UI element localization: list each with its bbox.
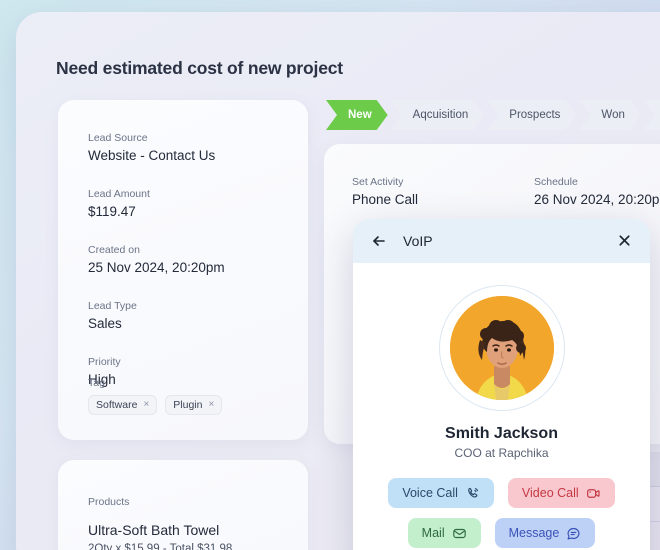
voip-modal-header: VoIP bbox=[353, 219, 650, 263]
page-title: Need estimated cost of new project bbox=[56, 58, 343, 78]
lead-field-value: $119.47 bbox=[88, 204, 136, 219]
tag-chip[interactable]: Software × bbox=[88, 395, 158, 415]
product-name: Ultra-Soft Bath Towel bbox=[88, 522, 220, 538]
tag-remove-icon[interactable]: × bbox=[208, 400, 214, 410]
lead-field-value: 25 Nov 2024, 20:20pm bbox=[88, 260, 225, 275]
tag-label: Tag bbox=[88, 377, 105, 389]
lead-field: Created on 25 Nov 2024, 20:20pm bbox=[88, 244, 225, 275]
video-call-button[interactable]: Video Call bbox=[507, 478, 615, 508]
tag-section-label: Tag bbox=[88, 377, 105, 393]
voice-call-button[interactable]: Voice Call bbox=[388, 478, 494, 508]
schedule-label: Schedule bbox=[534, 176, 578, 188]
set-activity-field: Set Activity Phone Call bbox=[352, 176, 418, 207]
mail-button[interactable]: Mail bbox=[407, 518, 481, 548]
envelope-icon bbox=[452, 526, 467, 541]
lead-field-label: Lead Type bbox=[88, 300, 137, 312]
products-label: Products bbox=[88, 496, 130, 508]
lead-field-label: Created on bbox=[88, 244, 140, 256]
schedule-field: Schedule 26 Nov 2024, 20:20pm bbox=[534, 176, 660, 207]
set-activity-value: Phone Call bbox=[352, 192, 419, 207]
action-button-label: Mail bbox=[421, 526, 445, 540]
stepper-step[interactable]: Prospects bbox=[487, 100, 576, 130]
lead-field: Lead Source Website - Contact Us bbox=[88, 132, 215, 163]
app-panel: Need estimated cost of new project Lead … bbox=[16, 12, 660, 550]
tag-chip-label: Software bbox=[96, 399, 138, 411]
chat-bubble-icon bbox=[566, 526, 581, 541]
stepper-step[interactable]: New bbox=[326, 100, 388, 130]
close-icon[interactable] bbox=[617, 233, 632, 248]
avatar-ring bbox=[438, 285, 565, 411]
lead-field-label: Lead Source bbox=[88, 132, 148, 144]
lead-field: Lead Amount $119.47 bbox=[88, 188, 150, 219]
set-activity-label: Set Activity bbox=[352, 176, 404, 188]
lead-field-value: Sales bbox=[88, 316, 122, 331]
avatar bbox=[449, 296, 554, 400]
screenshot-stage: Need estimated cost of new project Lead … bbox=[0, 0, 660, 550]
lead-field: Lead Type Sales bbox=[88, 300, 137, 331]
lead-field-label: Lead Amount bbox=[88, 188, 150, 200]
lead-field-value: Website - Contact Us bbox=[88, 148, 216, 163]
action-button-label: Video Call bbox=[521, 486, 579, 500]
tag-chip-label: Plugin bbox=[173, 399, 203, 411]
products-card: Products Ultra-Soft Bath Towel 2Qty x $1… bbox=[58, 460, 308, 550]
stepper-step[interactable]: Aqcuisition bbox=[391, 100, 485, 130]
pipeline-stepper: NewAqcuisitionProspectsWonLost bbox=[326, 100, 660, 130]
tag-remove-icon[interactable]: × bbox=[143, 400, 149, 410]
message-button[interactable]: Message bbox=[494, 518, 596, 548]
lead-field-label: Priority bbox=[88, 356, 121, 368]
arrow-left-icon[interactable] bbox=[371, 233, 387, 249]
contact-name: Smith Jackson bbox=[445, 425, 558, 442]
tag-row: Software × Plugin × bbox=[88, 395, 223, 415]
tag-chip[interactable]: Plugin × bbox=[165, 395, 223, 415]
contact-actions: Voice Call Video Call Mail Message bbox=[353, 478, 650, 548]
voip-modal: VoIP Smith Jackson COO at Rapchika Voice… bbox=[353, 219, 650, 550]
action-button-label: Message bbox=[508, 526, 560, 540]
stepper-step[interactable]: Lost bbox=[644, 100, 660, 130]
stepper-step[interactable]: Won bbox=[579, 100, 640, 130]
phone-icon bbox=[465, 486, 480, 501]
video-camera-icon bbox=[586, 486, 601, 501]
action-button-label: Voice Call bbox=[402, 486, 458, 500]
lead-detail-card: Lead Source Website - Contact Us Lead Amou… bbox=[58, 100, 308, 440]
product-details: 2Qty x $15.99 - Total $31.98 bbox=[88, 543, 233, 550]
contact-role: COO at Rapchika bbox=[454, 446, 549, 460]
schedule-value: 26 Nov 2024, 20:20pm bbox=[534, 192, 660, 207]
voip-modal-title: VoIP bbox=[403, 233, 433, 249]
